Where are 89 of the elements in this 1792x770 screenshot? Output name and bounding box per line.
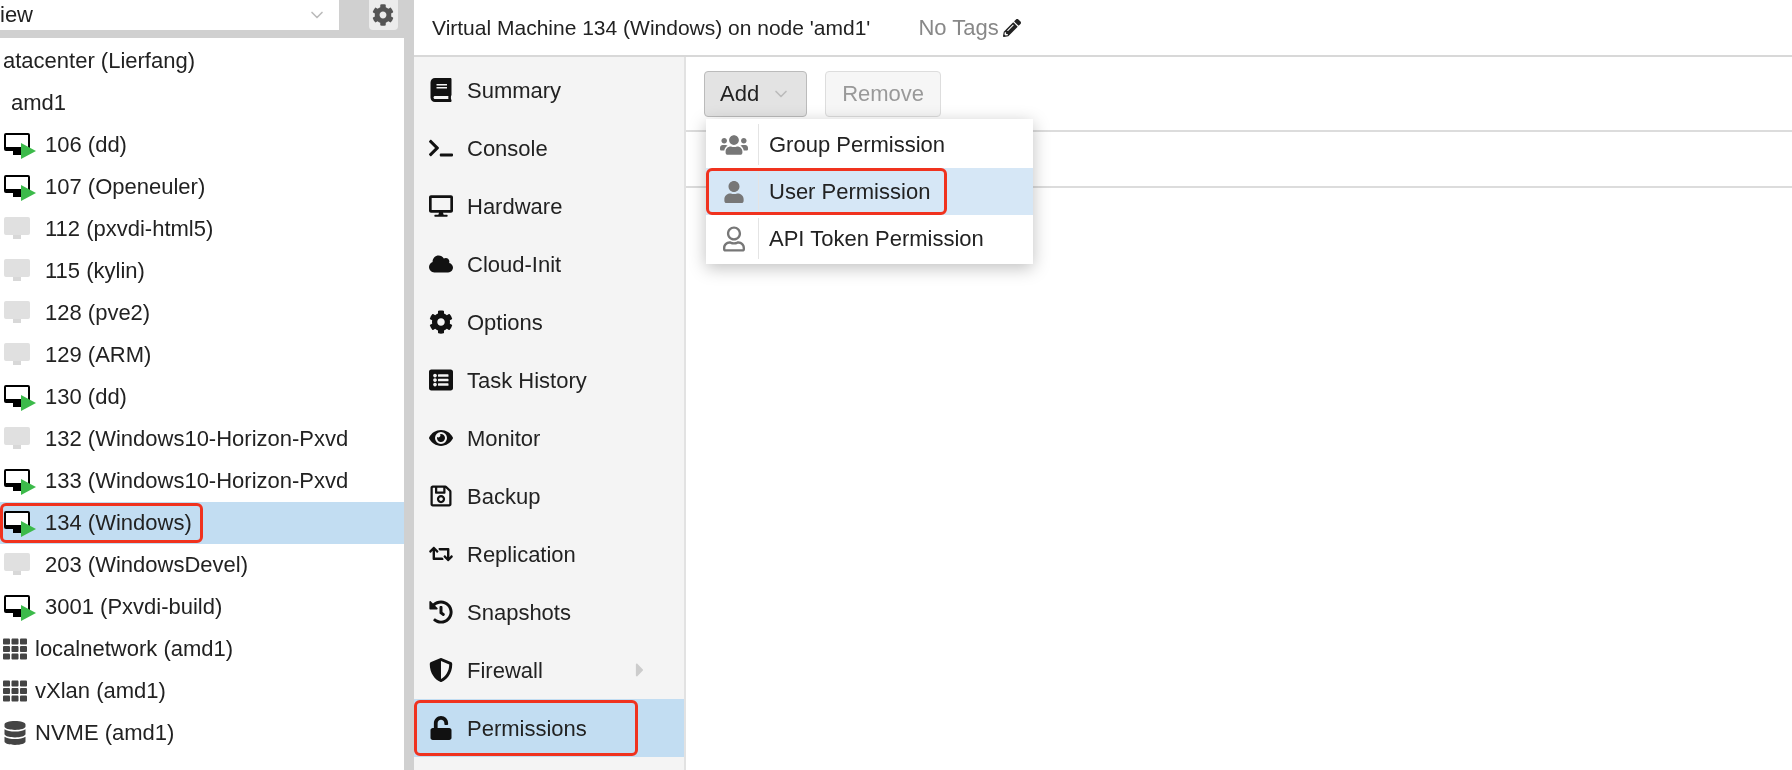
add-button[interactable]: Add <box>704 70 808 117</box>
tree-item[interactable]: localnetwork (amd1) <box>0 628 404 670</box>
settings-button[interactable] <box>368 0 398 30</box>
tree-item-label: 133 (Windows10-Horizon-Pxvd <box>45 470 349 492</box>
tree-item-label: localnetwork (amd1) <box>35 638 234 660</box>
nav-item[interactable]: Summary <box>414 61 684 119</box>
monitor-icon <box>429 194 453 218</box>
pencil-icon[interactable] <box>1002 18 1021 37</box>
tree-item-label: 130 (dd) <box>45 386 127 408</box>
running-vm-icon <box>3 383 37 411</box>
tree-item-label: 112 (pxvdi-html5) <box>45 218 214 240</box>
tags-label: No Tags <box>918 14 999 42</box>
tree-item[interactable]: 128 (pve2) <box>0 292 404 334</box>
database-icon <box>3 721 27 745</box>
grid-icon <box>3 637 27 661</box>
nav-label: Summary <box>467 76 563 105</box>
menu-item[interactable]: Group Permission <box>706 121 1033 168</box>
running-vm-icon <box>3 593 37 621</box>
tree-item-label: 134 (Windows) <box>45 512 192 534</box>
tree-item[interactable]: 130 (dd) <box>0 376 404 418</box>
tree-item-label: vXlan (amd1) <box>35 680 166 702</box>
menu-item-label: Group Permission <box>768 131 947 159</box>
nav-label: Task History <box>467 366 588 395</box>
user-outline-icon <box>722 225 745 252</box>
tree-item[interactable]: 3001 (Pxvdi-build) <box>0 586 404 628</box>
nav-item[interactable]: Firewall <box>414 641 684 699</box>
tree-item[interactable]: 107 (Openeuler) <box>0 166 404 208</box>
tree-item-label: 3001 (Pxvdi-build) <box>45 596 223 618</box>
tree-item-label: 132 (Windows10-Horizon-Pxvd <box>45 428 349 450</box>
unlocked-padlock-icon <box>429 716 453 740</box>
nav-label: Permissions <box>467 714 588 743</box>
nav-label: Console <box>467 134 549 163</box>
tree-item[interactable]: atacenter (Lierfang) <box>0 40 404 82</box>
running-vm-icon <box>3 509 37 537</box>
running-vm-icon <box>3 173 37 201</box>
nav-label: Firewall <box>467 656 544 685</box>
nav-item[interactable]: Console <box>414 119 684 177</box>
tree-item-label: 129 (ARM) <box>45 344 152 366</box>
tree-item[interactable]: 129 (ARM) <box>0 334 404 376</box>
tree-item-label: 203 (WindowsDevel) <box>45 554 248 576</box>
nav-item[interactable]: Options <box>414 293 684 351</box>
tree-item-label: 115 (kylin) <box>45 260 145 282</box>
view-select[interactable]: iew <box>0 0 339 30</box>
nav-item[interactable]: Replication <box>414 525 684 583</box>
shield-icon <box>429 658 453 682</box>
tree-item-label: 107 (Openeuler) <box>45 176 206 198</box>
tree-item-label: 106 (dd) <box>45 134 127 156</box>
menu-item[interactable]: API Token Permission <box>706 215 1033 262</box>
tree-item[interactable]: 106 (dd) <box>0 124 404 166</box>
nav-item[interactable]: Task History <box>414 351 684 409</box>
running-vm-icon <box>3 467 37 495</box>
tree-item-label: atacenter (Lierfang) <box>3 50 195 72</box>
menu-item[interactable]: User Permission <box>706 168 1033 215</box>
nav-label: Backup <box>467 482 542 511</box>
nav-item[interactable]: Backup <box>414 467 684 525</box>
tree-item[interactable]: vXlan (amd1) <box>0 670 404 712</box>
tree-item[interactable]: 112 (pxvdi-html5) <box>0 208 404 250</box>
history-icon <box>429 600 453 624</box>
gear-icon <box>429 310 453 334</box>
tree-item-label: NVME (amd1) <box>35 722 175 744</box>
nav-label: Snapshots <box>467 598 572 627</box>
nav-item[interactable]: Permissions <box>414 699 684 757</box>
menu-item-label: User Permission <box>768 178 932 206</box>
running-vm-icon <box>3 131 37 159</box>
nav-label: Cloud-Init <box>467 250 563 279</box>
nav-item[interactable]: Snapshots <box>414 583 684 641</box>
tree-item-label: 128 (pve2) <box>45 302 151 324</box>
nav-item[interactable]: Hardware <box>414 177 684 235</box>
tree-item[interactable]: amd1 <box>0 82 404 124</box>
tree-item[interactable]: 115 (kylin) <box>0 250 404 292</box>
tree-item[interactable]: 133 (Windows10-Horizon-Pxvd <box>0 460 404 502</box>
tree-item[interactable]: 134 (Windows) <box>0 502 404 544</box>
nav-item[interactable]: Cloud-Init <box>414 235 684 293</box>
tree-item[interactable]: NVME (amd1) <box>0 712 404 754</box>
grid-icon <box>3 679 27 703</box>
nav-label: Hardware <box>467 192 564 221</box>
book-icon <box>429 78 453 102</box>
nav-item[interactable]: Monitor <box>414 409 684 467</box>
tree-item[interactable]: 203 (WindowsDevel) <box>0 544 404 586</box>
user-icon <box>723 180 744 203</box>
settings-icon <box>372 4 395 26</box>
vm-title: Virtual Machine 134 (Windows) on node 'amd1' <box>432 14 871 41</box>
nav-label: Options <box>467 308 544 337</box>
tree-item-label: amd1 <box>11 92 67 114</box>
tree-item[interactable]: 132 (Windows10-Horizon-Pxvd <box>0 418 404 460</box>
menu-item-label: API Token Permission <box>768 225 985 253</box>
nav-label: Replication <box>467 540 577 569</box>
nav-label: Monitor <box>467 424 542 453</box>
list-icon <box>429 368 453 392</box>
